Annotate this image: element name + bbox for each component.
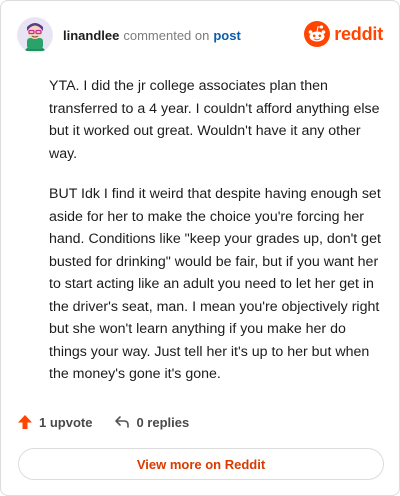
upvote-arrow-icon (18, 415, 32, 429)
comment-paragraph: YTA. I did the jr college associates pla… (49, 78, 380, 162)
username-link[interactable]: linandlee (63, 28, 119, 43)
view-more-on-reddit-button[interactable]: View more on Reddit (18, 448, 384, 480)
comment-header: linandlee commented on post reddit (17, 15, 383, 55)
reply-count: 0 replies (136, 414, 190, 430)
reddit-wordmark: reddit (334, 23, 383, 44)
comment-paragraph: BUT Idk I find it weird that despite hav… (49, 186, 381, 382)
post-link[interactable]: post (213, 28, 240, 43)
avatar-icon[interactable] (17, 17, 53, 53)
upvote-count: 1 upvote (39, 414, 93, 430)
reply-button[interactable]: 0 replies (114, 414, 189, 430)
comment-byline: linandlee commented on post (63, 28, 241, 43)
reddit-snoo-icon (304, 21, 331, 47)
byline-action-text: commented on (123, 27, 210, 43)
reply-arrow-icon (115, 416, 130, 428)
comment-body: YTA. I did the jr college associates pla… (49, 75, 385, 404)
reddit-logo[interactable]: reddit (304, 21, 383, 47)
comment-actions: 1 upvote 0 replies (17, 414, 189, 430)
embedded-comment-card: linandlee commented on post reddit YTA. … (0, 0, 400, 496)
upvote-button[interactable]: 1 upvote (17, 414, 92, 430)
